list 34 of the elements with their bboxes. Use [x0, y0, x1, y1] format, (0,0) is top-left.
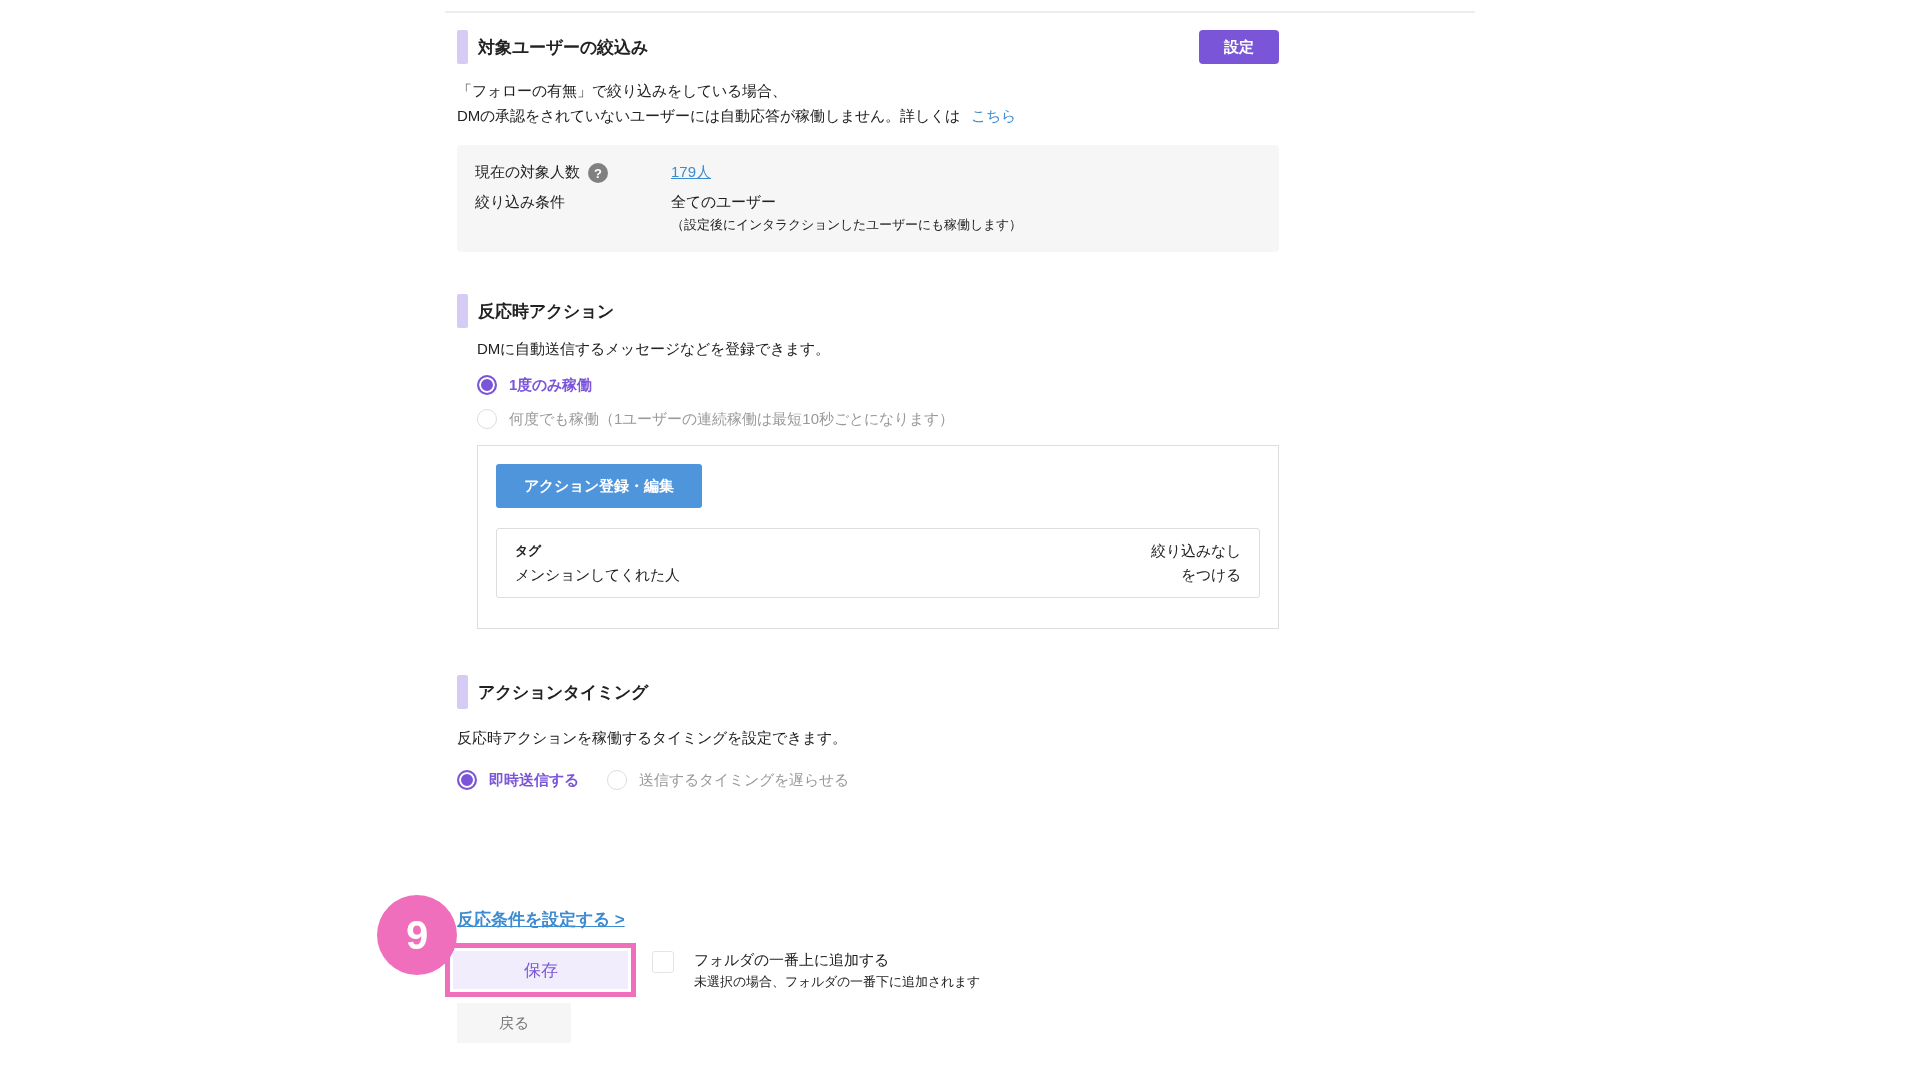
settings-button[interactable]: 設定 [1199, 30, 1279, 64]
tag-condition-text: をつける [1181, 565, 1241, 585]
notice-text: DMの承認をされていないユーザーには自動応答が稼働しません。詳しくは [457, 107, 961, 124]
target-count-link[interactable]: 179人 [671, 163, 712, 182]
reaction-condition-link[interactable]: 反応条件を設定する > [457, 908, 625, 931]
checkbox-label: フォルダの一番上に追加する [694, 951, 890, 970]
info-label: 現在の対象人数 [475, 163, 580, 182]
radio-option[interactable]: 即時送信する [457, 770, 579, 790]
radio-option[interactable]: 何度でも稼働（1ユーザーの連続稼働は最短10秒ごとになります） [477, 409, 1279, 429]
save-button[interactable]: 保存 [453, 951, 628, 989]
details-link[interactable]: こちら [970, 107, 1016, 124]
section-description: DMに自動送信するメッセージなどを登録できます。 [477, 340, 832, 359]
action-register-button[interactable]: アクション登録・編集 [496, 464, 702, 508]
tag-label: タグ [515, 542, 543, 560]
info-note: （設定後にインタラクションしたユーザーにも稼働します） [671, 216, 1022, 234]
section-accent-bar [457, 675, 468, 709]
checkbox[interactable] [652, 951, 674, 973]
info-value: 全てのユーザー [671, 193, 777, 212]
section-accent-bar [457, 30, 468, 64]
tag-value: メンションしてくれた人 [515, 565, 680, 585]
section-title: アクションタイミング [478, 681, 648, 704]
section-title: 対象ユーザーの絞込み [478, 36, 648, 59]
notice-text: 「フォローの有無」で絞り込みをしている場合、 [457, 82, 787, 99]
section-title: 反応時アクション [478, 300, 614, 323]
info-label: 絞り込み条件 [475, 193, 565, 212]
section-accent-bar [457, 294, 468, 328]
tag-condition-text: 絞り込みなし [1151, 541, 1241, 561]
section-description: 反応時アクションを稼働するタイミングを設定できます。 [457, 729, 847, 748]
radio-option[interactable]: 送信するタイミングを遅らせる [607, 770, 849, 790]
radio-option[interactable]: 1度のみ稼働 [477, 375, 1279, 395]
step-number-badge: 9 [377, 895, 457, 975]
help-icon[interactable]: ? [588, 163, 608, 183]
back-button[interactable]: 戻る [457, 1003, 571, 1043]
checkbox-hint: 未選択の場合、フォルダの一番下に追加されます [694, 973, 980, 991]
